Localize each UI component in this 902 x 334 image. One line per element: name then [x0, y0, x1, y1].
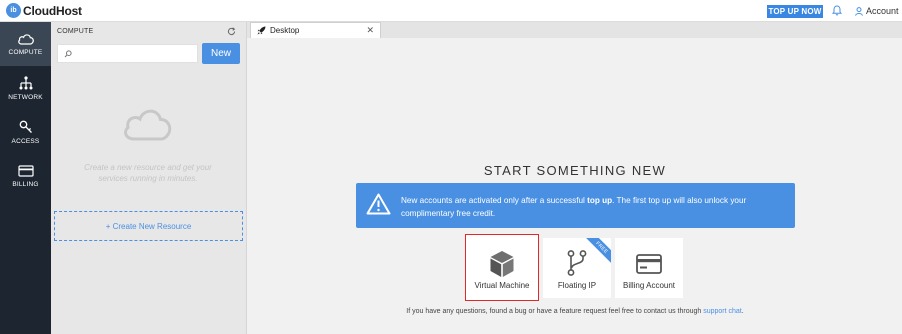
desktop-area: START SOMETHING NEW New accounts are act…: [247, 38, 902, 334]
app-name: CloudHost: [23, 3, 82, 18]
side-nav: COMPUTE NETWORK ACCESS BILLING: [0, 22, 51, 334]
tab-bar: Desktop ✕: [247, 22, 902, 38]
billing-account-card[interactable]: Billing Account: [615, 238, 683, 298]
refresh-icon[interactable]: [227, 27, 236, 36]
cloud-icon: [17, 33, 34, 45]
rocket-icon: [257, 26, 266, 35]
top-bar: ib CloudHost TOP UP NOW Account: [0, 0, 902, 22]
nav-item-compute[interactable]: COMPUTE: [0, 22, 51, 66]
compute-panel: COMPUTE New Create a new resource and ge…: [51, 22, 247, 334]
key-icon: [19, 120, 32, 133]
help-note: If you have any questions, found a bug o…: [356, 308, 794, 315]
cube-icon: [490, 251, 514, 277]
virtual-machine-card[interactable]: Virtual Machine: [465, 234, 539, 301]
top-up-button[interactable]: TOP UP NOW: [767, 5, 823, 18]
bell-icon[interactable]: [832, 5, 842, 16]
logo-mark: ib: [6, 3, 21, 18]
create-new-resource-button[interactable]: + Create New Resource: [54, 211, 243, 241]
app-logo[interactable]: ib CloudHost: [6, 3, 82, 18]
empty-state-text: Create a new resource and get your servi…: [84, 163, 212, 183]
free-ribbon: FREE: [583, 238, 611, 267]
card-label: Virtual Machine: [474, 281, 530, 290]
panel-title: COMPUTE: [57, 28, 94, 35]
new-button[interactable]: New: [202, 43, 240, 64]
tab-label: Desktop: [270, 26, 300, 35]
banner-text-pre: New accounts are activated only after a …: [401, 196, 588, 205]
warning-icon: [366, 193, 391, 215]
user-icon: [855, 6, 863, 16]
account-label: Account: [866, 6, 899, 16]
nav-item-network[interactable]: NETWORK: [0, 66, 51, 110]
cloud-icon: [124, 109, 172, 141]
credit-card-icon: [17, 164, 34, 177]
activation-banner: New accounts are activated only after a …: [356, 183, 795, 228]
card-label: Billing Account: [622, 281, 676, 290]
nav-label: NETWORK: [8, 93, 43, 101]
floating-ip-card[interactable]: FREE Floating IP: [543, 238, 611, 298]
nav-label: ACCESS: [11, 137, 40, 145]
tab-desktop[interactable]: Desktop ✕: [250, 22, 381, 38]
nav-item-billing[interactable]: BILLING: [0, 154, 51, 198]
search-input[interactable]: [57, 44, 198, 63]
banner-text: New accounts are activated only after a …: [401, 194, 786, 220]
card-label: Floating IP: [557, 281, 597, 290]
help-note-end: .: [741, 308, 744, 315]
credit-card-icon: [636, 254, 662, 274]
page-title: START SOMETHING NEW: [483, 163, 667, 178]
nav-item-access[interactable]: ACCESS: [0, 110, 51, 154]
account-menu[interactable]: Account: [855, 6, 899, 16]
search-icon: [64, 50, 72, 58]
close-icon[interactable]: ✕: [366, 25, 374, 36]
network-icon: [19, 75, 32, 89]
help-note-text: If you have any questions, found a bug o…: [406, 308, 704, 315]
nav-label: BILLING: [12, 180, 39, 188]
nav-label: COMPUTE: [8, 48, 43, 56]
banner-text-bold: top up: [587, 196, 613, 205]
fork-icon: [567, 250, 587, 276]
support-chat-link[interactable]: support chat: [703, 308, 742, 315]
